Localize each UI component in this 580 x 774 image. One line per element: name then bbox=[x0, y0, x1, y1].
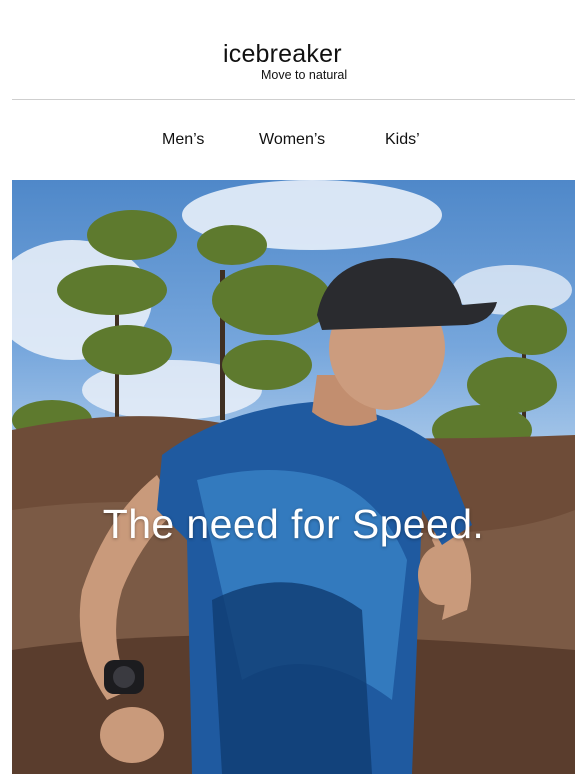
header-divider bbox=[12, 99, 575, 100]
nav-link-kids[interactable]: Kids’ bbox=[385, 128, 420, 152]
brand-name: icebreaker bbox=[223, 40, 342, 68]
email-header: icebreaker Move to natural bbox=[0, 0, 580, 100]
hero-image bbox=[12, 180, 575, 774]
brand-tagline: Move to natural bbox=[261, 68, 348, 82]
hero-banner[interactable]: The need for Speed. bbox=[12, 180, 575, 774]
nav-link-mens[interactable]: Men’s bbox=[162, 128, 204, 152]
brand-logo[interactable]: icebreaker Move to natural bbox=[223, 40, 368, 84]
category-nav: Men’s Women’s Kids’ bbox=[0, 128, 580, 154]
hero-headline: The need for Speed. bbox=[102, 501, 485, 547]
nav-link-womens[interactable]: Women’s bbox=[259, 128, 325, 152]
